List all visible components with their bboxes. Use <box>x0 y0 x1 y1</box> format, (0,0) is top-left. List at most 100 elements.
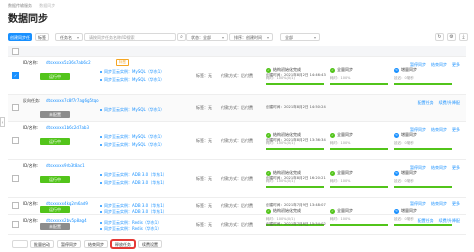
status-filter-label: 状态：全部 <box>191 35 211 40</box>
tag-info: 标签：无 <box>196 176 212 181</box>
stage-full-sync: ✓ 全量同步 <box>330 170 353 176</box>
download-icon[interactable]: ⤓ <box>459 33 468 41</box>
billing-info: 付款方式：后付费 <box>221 73 253 78</box>
task-id-link[interactable]: dtsxxxxx1b6c2d7ab3 <box>46 125 89 130</box>
source-instance-link[interactable]: 同步至云实例：Redis（华东1） <box>100 226 161 232</box>
pause-sync-button[interactable]: 暂停同步 <box>57 240 81 248</box>
progress-bar <box>330 186 388 188</box>
row-action-link[interactable]: 配置任务 <box>418 218 434 223</box>
stage-meta: 耗时：100% <box>330 179 351 183</box>
id-label: ID/名称: <box>23 201 38 206</box>
row-action-link[interactable]: 暂停同步 <box>410 165 426 170</box>
row-action-link[interactable]: 更多 <box>452 62 460 67</box>
chevron-down-icon: ▾ <box>221 35 224 40</box>
table-row: ID/名称: dtsxxxxx9rb3t8ac1 运行中 同步至云实例：ADB 3.0… <box>8 160 466 198</box>
row-action-link[interactable]: 结束同步 <box>431 127 447 132</box>
check-icon: ✓ <box>266 208 271 214</box>
batch-start-button[interactable]: 批量启动 <box>30 240 54 248</box>
collapse-arrow-icon[interactable]: ‹ <box>0 117 5 127</box>
row-action-link[interactable]: 更多 <box>452 201 460 206</box>
row-actions: 暂停同步 结束同步 更多 <box>405 165 460 171</box>
target-instance-link[interactable]: 同步至云实例：MySQL（华东1） <box>100 69 164 75</box>
target-instance-link[interactable]: 同步至云实例：ADB 3.0（华东1） <box>100 172 167 178</box>
page-title: 数据同步 <box>8 14 48 25</box>
tag-info: 标签：无 <box>196 203 212 208</box>
check-icon: ✓ <box>266 67 271 73</box>
check-icon: ✓ <box>330 170 335 176</box>
check-icon: ✓ <box>330 132 335 138</box>
create-task-button[interactable]: 创建同步任务 <box>8 33 32 48</box>
search-input[interactable]: 请按同步任务名称/ID搜索 <box>84 33 176 41</box>
stage-label: 全量同步 <box>337 67 353 72</box>
stage-meta: 耗时：100%(0/1) <box>266 141 295 145</box>
row-action-link[interactable]: 暂停同步 <box>410 127 426 132</box>
row-action-link[interactable]: 更多 <box>452 127 460 132</box>
create-time: 创建时间：2021年7月8日 15:54:02 <box>266 222 326 226</box>
tag-button[interactable]: 标签 <box>35 33 49 41</box>
row-action-link[interactable]: 暂停同步 <box>410 62 426 67</box>
chevron-down-icon: ▾ <box>266 35 269 40</box>
stage-meta: 延迟：0毫秒 <box>394 76 414 80</box>
select-all-checkbox[interactable] <box>12 48 19 55</box>
row-checkbox[interactable] <box>12 221 19 228</box>
row-checkbox[interactable] <box>12 104 19 111</box>
search-type-label: 任务名 <box>60 35 72 40</box>
release-task-button[interactable]: 释放任务 <box>111 240 135 248</box>
row-actions: 配置任务 续费/升降配 <box>413 218 460 224</box>
source-instance-link[interactable]: 同步至云实例：MySQL（华东1） <box>100 77 164 83</box>
status-badge[interactable]: 运行中 <box>40 206 70 213</box>
stage-label: 结构初始化完成 <box>273 67 301 72</box>
check-icon: ✓ <box>266 170 271 176</box>
task-id-link[interactable]: dtsxxxxx5z36s7ab6c2 <box>46 60 91 65</box>
check-icon: ✓ <box>330 208 335 214</box>
check-icon: ✓ <box>266 132 271 138</box>
row-action-link[interactable]: 更多 <box>452 165 460 170</box>
stage-schema-init: ✓ 结构初始化完成 <box>266 67 301 73</box>
status-badge[interactable]: 运行中 <box>40 73 70 80</box>
sort-select[interactable]: 排序：创建时间 ▾ <box>229 33 273 41</box>
progress-bar <box>266 83 324 85</box>
stage-meta: 耗时：100% <box>330 76 351 80</box>
status-badge[interactable]: 运行中 <box>40 138 70 145</box>
row-action-link[interactable]: 暂停同步 <box>410 201 426 206</box>
status-filter-select[interactable]: 状态：全部 ▾ <box>186 33 228 41</box>
id-label: ID/名称: <box>23 163 38 168</box>
task-id-link[interactable]: dtsxxxxx9rb3t8ac1 <box>46 163 85 168</box>
refresh-icon[interactable]: ↻ <box>435 33 444 41</box>
row-checkbox[interactable]: ✓ <box>12 72 19 79</box>
renewal-settings-button[interactable]: 续费设置 <box>138 240 162 248</box>
status-badge[interactable]: 未配置 <box>40 223 70 230</box>
row-checkbox[interactable] <box>12 137 19 144</box>
row-actions: 暂停同步 结束同步 更多 <box>405 62 460 68</box>
target-instance-link[interactable]: 同步至云实例：MySQL（华东1） <box>100 107 164 113</box>
source-instance-link[interactable]: 同步至云实例：ADB 3.0（华东1） <box>100 180 167 186</box>
settings-icon[interactable]: ⚙ <box>447 33 456 41</box>
table-row: ID/名称: dtsxxxxx4kq2m6ad9 运行中 同步至云实例：ADB 3.0… <box>8 198 466 226</box>
breadcrumb-parent[interactable]: 数据传输服务 <box>8 3 32 8</box>
search-icon[interactable]: ⌕ <box>177 33 186 41</box>
source-instance-link[interactable]: 同步至云实例：MySQL（华东1） <box>100 142 164 148</box>
stage-meta: 耗时：100%(0/1) <box>266 76 295 80</box>
stage-meta: 延迟：0毫秒 <box>394 179 414 183</box>
row-action-link[interactable]: 配置任务 <box>418 100 434 105</box>
end-sync-button[interactable]: 结束同步 <box>84 240 108 248</box>
row-checkbox[interactable] <box>12 202 19 209</box>
row-action-link[interactable]: 结束同步 <box>431 165 447 170</box>
footer-toolbar: 批量启动 暂停同步 结束同步 释放任务 续费设置 <box>8 234 466 252</box>
status-badge[interactable]: 未配置 <box>40 111 70 118</box>
stage-label: 全量同步 <box>337 208 353 213</box>
target-instance-link[interactable]: 同步至云实例：MySQL（华东1） <box>100 134 164 140</box>
status-badge[interactable]: 运行中 <box>40 176 70 183</box>
footer-checkbox[interactable] <box>12 240 28 248</box>
row-action-link[interactable]: 结束同步 <box>431 201 447 206</box>
task-id-link[interactable]: dtsxxxxx7c8f7r7ag6g5tqo <box>46 98 99 103</box>
row-actions: 暂停同步 结束同步 更多 <box>405 127 460 133</box>
row-actions: 配置任务 续费/升降配 <box>413 100 460 106</box>
row-action-link[interactable]: 续费/升降配 <box>439 218 460 223</box>
row-checkbox[interactable] <box>12 175 19 182</box>
search-type-select[interactable]: 任务名 ▾ <box>55 33 83 41</box>
row-action-link[interactable]: 续费/升降配 <box>439 100 460 105</box>
row-action-link[interactable]: 结束同步 <box>431 62 447 67</box>
filter-select[interactable]: 全部 ▾ <box>280 33 320 41</box>
billing-info: 付款方式：后付费 <box>221 138 253 143</box>
